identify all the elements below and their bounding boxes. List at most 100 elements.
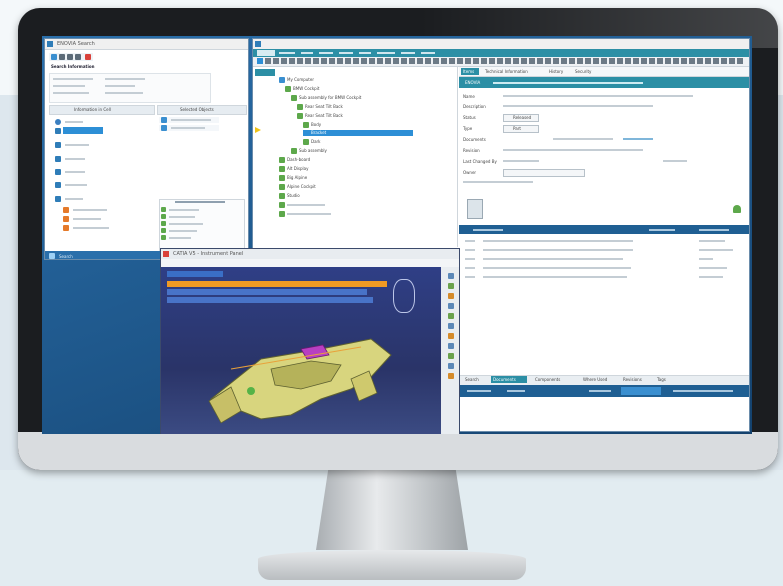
tab-where-used[interactable]: Where Used xyxy=(583,377,607,382)
user-icon[interactable] xyxy=(75,54,81,60)
search-icon[interactable] xyxy=(49,253,55,259)
tool-icon[interactable] xyxy=(521,58,527,64)
table-row[interactable] xyxy=(459,246,749,254)
tree-item[interactable]: Dark xyxy=(311,139,321,144)
catia-window[interactable]: CATIA V5 - Instrument Panel xyxy=(160,248,460,434)
tool-icon[interactable] xyxy=(673,58,679,64)
part-icon[interactable] xyxy=(279,193,285,199)
tool-icon[interactable] xyxy=(329,58,335,64)
tool-icon[interactable] xyxy=(497,58,503,64)
checkbox-icon[interactable] xyxy=(161,207,166,212)
computer-icon[interactable] xyxy=(279,77,285,83)
tool-icon[interactable] xyxy=(505,58,511,64)
dashboard-3d-model[interactable] xyxy=(201,319,401,429)
tab-search[interactable]: Search xyxy=(465,377,479,382)
tab-selected-objects[interactable]: Selected Objects xyxy=(157,105,247,115)
tool-icon[interactable] xyxy=(448,313,454,319)
tool-icon[interactable] xyxy=(289,58,295,64)
tab-history[interactable]: History xyxy=(549,69,563,74)
table-row[interactable] xyxy=(459,264,749,272)
tool-icon[interactable] xyxy=(448,373,454,379)
tree-item[interactable]: Alpine Cockpit xyxy=(287,184,316,189)
tree-item[interactable]: Alt Display xyxy=(287,166,308,171)
tool-icon[interactable] xyxy=(737,58,743,64)
part-icon[interactable] xyxy=(279,211,285,217)
tool-icon[interactable] xyxy=(617,58,623,64)
part-icon[interactable] xyxy=(279,202,285,208)
tool-icon[interactable] xyxy=(313,58,319,64)
part-icon[interactable] xyxy=(303,122,309,128)
close-icon[interactable] xyxy=(85,54,91,60)
part-icon[interactable] xyxy=(297,104,303,110)
tool-icon[interactable] xyxy=(513,58,519,64)
document-icon[interactable] xyxy=(55,196,61,202)
checkbox-icon[interactable] xyxy=(161,221,166,226)
menu-item[interactable] xyxy=(401,52,415,54)
tree-item[interactable]: Sub assembly xyxy=(299,148,327,153)
tool-icon[interactable] xyxy=(401,58,407,64)
tool-icon[interactable] xyxy=(569,58,575,64)
tool-icon[interactable] xyxy=(385,58,391,64)
tool-icon[interactable] xyxy=(321,58,327,64)
tool-icon[interactable] xyxy=(361,58,367,64)
part-icon[interactable] xyxy=(63,207,69,213)
tool-icon[interactable] xyxy=(345,58,351,64)
spec-tree-row[interactable] xyxy=(167,289,367,295)
tool-icon[interactable] xyxy=(448,293,454,299)
tool-icon[interactable] xyxy=(448,333,454,339)
tree-item[interactable]: Body xyxy=(311,122,321,127)
menu-item[interactable] xyxy=(359,52,371,54)
link-value[interactable] xyxy=(623,138,653,140)
search-window-titlebar[interactable]: ENOVIA Search xyxy=(45,39,248,50)
save-icon[interactable] xyxy=(257,58,263,64)
tool-icon[interactable] xyxy=(448,303,454,309)
tool-icon[interactable] xyxy=(305,58,311,64)
part-icon[interactable] xyxy=(291,95,297,101)
menu-item[interactable] xyxy=(257,50,275,56)
tool-icon[interactable] xyxy=(265,58,271,64)
status-item[interactable] xyxy=(589,390,611,392)
tool-icon[interactable] xyxy=(465,58,471,64)
tool-icon[interactable] xyxy=(633,58,639,64)
tool-icon[interactable] xyxy=(681,58,687,64)
tool-icon[interactable] xyxy=(665,58,671,64)
tool-icon[interactable] xyxy=(713,58,719,64)
checkbox-icon[interactable] xyxy=(161,228,166,233)
part-icon[interactable] xyxy=(55,119,61,125)
tree-item[interactable]: Rear Seat Tilt Back xyxy=(305,113,343,118)
tool-icon[interactable] xyxy=(705,58,711,64)
part-icon[interactable] xyxy=(291,148,297,154)
search-window[interactable]: ENOVIA Search Search Information Informa… xyxy=(44,38,249,260)
table-row[interactable] xyxy=(459,273,749,281)
compass-widget[interactable] xyxy=(393,279,415,313)
table-header-name[interactable] xyxy=(473,229,503,231)
tool-icon[interactable] xyxy=(697,58,703,64)
part-icon[interactable] xyxy=(279,184,285,190)
tool-icon[interactable] xyxy=(537,58,543,64)
tool-icon[interactable] xyxy=(473,58,479,64)
tab-information-in-cell[interactable]: Information in Cell xyxy=(49,105,155,115)
tool-icon[interactable] xyxy=(553,58,559,64)
tab-tags[interactable]: Tags xyxy=(657,377,666,382)
tool-icon[interactable] xyxy=(393,58,399,64)
gear-icon[interactable] xyxy=(55,169,61,175)
tool-icon[interactable] xyxy=(561,58,567,64)
tool-icon[interactable] xyxy=(721,58,727,64)
owner-field[interactable] xyxy=(503,169,585,177)
tab-revisions[interactable]: Revisions xyxy=(623,377,642,382)
spec-tree-row[interactable] xyxy=(167,297,373,303)
spec-tree-root[interactable] xyxy=(167,271,223,277)
table-row[interactable] xyxy=(459,237,749,245)
menu-item[interactable] xyxy=(421,52,435,54)
tool-icon[interactable] xyxy=(448,283,454,289)
document-icon[interactable] xyxy=(467,199,483,219)
tool-icon[interactable] xyxy=(577,58,583,64)
part-icon[interactable] xyxy=(63,216,69,222)
menu-item[interactable] xyxy=(301,52,313,54)
tree-item[interactable]: Studio xyxy=(287,193,300,198)
user-icon[interactable] xyxy=(733,205,741,213)
tool-icon[interactable] xyxy=(585,58,591,64)
tab-tree[interactable] xyxy=(255,69,275,76)
part-icon[interactable] xyxy=(279,175,285,181)
tool-icon[interactable] xyxy=(657,58,663,64)
